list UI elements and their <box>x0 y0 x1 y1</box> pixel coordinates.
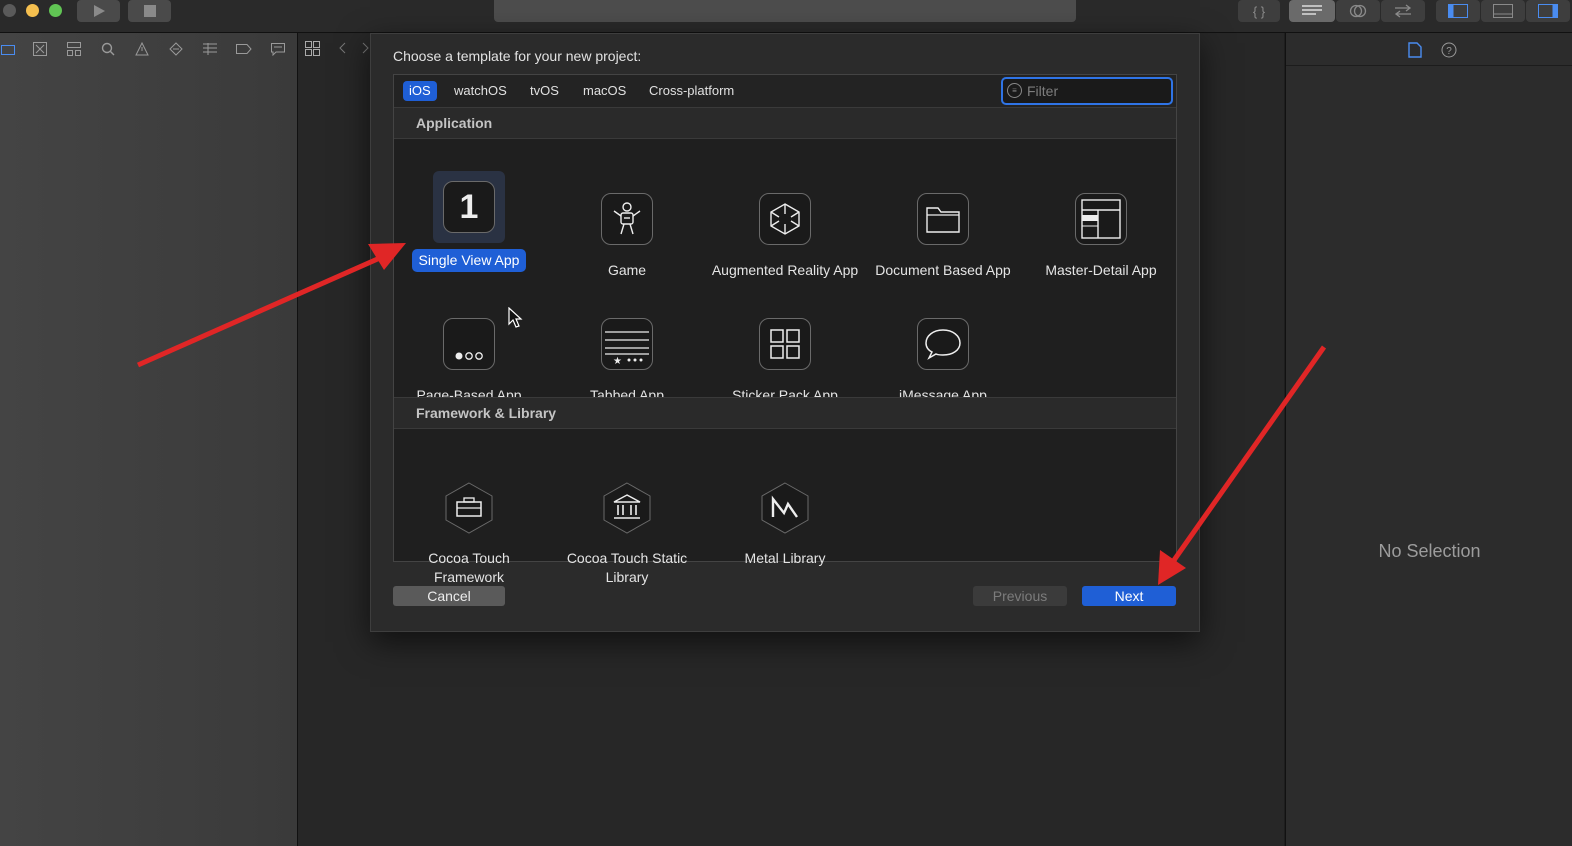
metal-m-icon <box>760 482 810 534</box>
run-button[interactable] <box>77 0 120 22</box>
next-button[interactable]: Next <box>1082 586 1176 606</box>
tab-ios[interactable]: iOS <box>403 81 437 101</box>
template-document-based-app[interactable]: Document Based App <box>868 193 1018 280</box>
selected-highlight: 1 <box>433 171 505 243</box>
section-header-application: Application <box>394 107 1176 139</box>
template-label: Game <box>607 262 647 278</box>
template-sticker-pack-app[interactable]: Sticker Pack App <box>710 318 860 405</box>
template-cocoa-touch-framework[interactable]: Cocoa Touch Framework <box>394 482 544 587</box>
template-page-based-app[interactable]: Page-Based App <box>394 318 544 405</box>
forward-chevron-icon <box>362 42 369 54</box>
template-imessage-app[interactable]: iMessage App <box>868 318 1018 405</box>
grid-icon <box>759 318 811 370</box>
tab-watchos[interactable]: watchOS <box>448 81 513 101</box>
template-label: Metal Library <box>744 550 826 566</box>
play-icon <box>93 5 105 17</box>
toggle-inspector-button[interactable] <box>1526 0 1570 22</box>
section-title: Application <box>416 115 493 131</box>
help-question-icon[interactable]: ? <box>1441 42 1457 58</box>
library-building-icon <box>602 482 652 534</box>
template-label: Cocoa Touch Framework <box>428 550 510 585</box>
speech-bubble-icon <box>917 318 969 370</box>
stop-button[interactable] <box>128 0 171 22</box>
debug-navigator-icon[interactable] <box>202 41 218 57</box>
left-panel-icon <box>1448 4 1468 18</box>
zoom-window-button[interactable] <box>49 4 62 17</box>
template-label: Master-Detail App <box>1045 262 1157 278</box>
template-master-detail-app[interactable]: Master-Detail App <box>1026 193 1176 280</box>
tab-tvos[interactable]: tvOS <box>524 81 565 101</box>
window-toolbar: { } <box>0 0 1572 33</box>
test-diamond-icon[interactable] <box>168 41 184 57</box>
right-panel-icon <box>1538 4 1558 18</box>
template-metal-library[interactable]: Metal Library <box>710 482 860 568</box>
breakpoint-tag-icon[interactable] <box>236 41 252 57</box>
standard-editor-button[interactable] <box>1289 0 1335 22</box>
number-one-icon: 1 <box>443 181 495 233</box>
new-project-sheet: Choose a template for your new project: … <box>370 33 1200 632</box>
activity-viewer <box>494 0 1076 22</box>
template-label: Single View App <box>411 249 527 272</box>
page-dots-icon <box>443 318 495 370</box>
template-label: Augmented Reality App <box>711 262 859 278</box>
no-selection-label: No Selection <box>1378 541 1481 561</box>
toggle-navigator-button[interactable] <box>1436 0 1480 22</box>
lines-icon <box>1302 5 1322 15</box>
filter-input[interactable] <box>1025 81 1169 101</box>
tab-bar-icon: ★ <box>601 318 653 370</box>
version-editor-button[interactable] <box>1381 0 1425 22</box>
template-game[interactable]: Game <box>552 193 702 280</box>
svg-text:★: ★ <box>613 356 622 366</box>
bottom-panel-icon <box>1493 4 1513 18</box>
master-detail-icon <box>1075 193 1127 245</box>
related-items-grid-icon <box>305 41 320 56</box>
svg-text:?: ? <box>1446 46 1452 57</box>
assistant-editor-button[interactable] <box>1336 0 1380 22</box>
navigator-selector-bar <box>0 33 297 65</box>
platform-tab-bar: iOS watchOS tvOS macOS Cross-platform ≡ <box>394 75 1176 108</box>
stop-icon <box>143 5 156 17</box>
swap-arrows-icon <box>1394 4 1412 18</box>
report-bubble-icon[interactable] <box>270 41 286 57</box>
section-title: Framework & Library <box>416 405 557 421</box>
file-inspector-icon[interactable] <box>1408 42 1422 58</box>
braces-icon: { } <box>1252 3 1266 19</box>
jump-bar <box>305 40 375 61</box>
minimize-window-button[interactable] <box>26 4 39 17</box>
warning-icon[interactable] <box>134 41 150 57</box>
source-control-icon[interactable] <box>32 41 48 57</box>
search-icon[interactable] <box>100 41 116 57</box>
filter-icon: ≡ <box>1007 83 1022 98</box>
template-cocoa-touch-static-library[interactable]: Cocoa Touch Static Library <box>552 482 702 587</box>
tab-cross-platform[interactable]: Cross-platform <box>643 81 740 101</box>
symbol-navigator-icon[interactable] <box>66 41 82 57</box>
toggle-debug-area-button[interactable] <box>1481 0 1525 22</box>
template-tabbed-app[interactable]: ★ Tabbed App <box>552 318 702 405</box>
template-label: Document Based App <box>875 262 1011 278</box>
filter-field[interactable]: ≡ <box>1001 77 1173 105</box>
template-label: Cocoa Touch Static Library <box>566 550 688 585</box>
inspector-pane: ? No Selection <box>1285 33 1572 846</box>
template-single-view-app[interactable]: 1 Single View App <box>394 171 544 272</box>
rings-icon <box>1349 4 1367 18</box>
cancel-button[interactable]: Cancel <box>393 586 505 606</box>
template-augmented-reality-app[interactable]: Augmented Reality App <box>710 193 860 280</box>
sheet-title: Choose a template for your new project: <box>393 48 642 64</box>
library-button[interactable]: { } <box>1238 0 1280 22</box>
previous-button[interactable]: Previous <box>973 586 1067 606</box>
navigator-pane <box>0 33 298 846</box>
ar-cube-icon <box>759 193 811 245</box>
mouse-cursor-icon <box>508 307 523 328</box>
tab-macos[interactable]: macOS <box>577 81 632 101</box>
folder-icon <box>917 193 969 245</box>
back-chevron-icon <box>339 42 346 54</box>
inspector-selector-bar: ? <box>1286 33 1572 66</box>
game-robot-icon <box>601 193 653 245</box>
toolbox-icon <box>444 482 494 534</box>
close-window-button[interactable] <box>3 4 16 17</box>
project-navigator-folder-icon[interactable] <box>0 41 16 57</box>
section-header-framework: Framework & Library <box>394 397 1176 429</box>
